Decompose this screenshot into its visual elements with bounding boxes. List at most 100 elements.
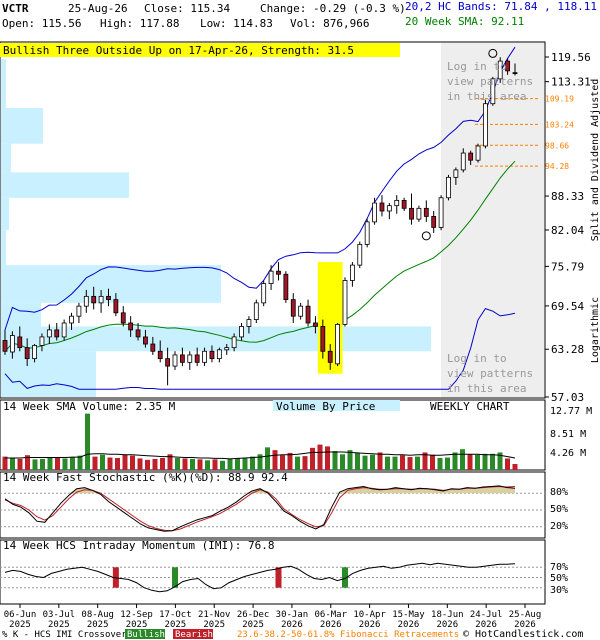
vol-tick-low: 4.26 M [550,448,586,459]
volume-bar-27 [205,460,210,470]
fib-label-1: 103.24 [545,120,574,129]
x-year-3: 2025 [126,620,148,630]
login-top-2[interactable]: view patterns [447,75,533,88]
volume-bar-41 [310,447,315,470]
volume-bar-36 [272,450,278,470]
login-bottom-3[interactable]: in this area [447,382,526,395]
x-year-5: 2025 [203,620,225,630]
candle-26 [194,354,200,363]
candle-13 [98,295,104,304]
x-year-4: 2025 [165,620,187,630]
login-top-1[interactable]: Log in to [447,60,507,73]
momentum-label: 14 Week HCS Intraday Momentum (IMI): 76.… [3,539,275,552]
imi-tick-30: 30% [550,585,568,596]
momentum-panel: 14 Week HCS Intraday Momentum (IMI): 76.… [0,539,568,605]
candle-17 [128,322,134,331]
vbp-bar-9 [1,59,6,108]
volume-bar-32 [242,458,248,470]
candle-50 [372,202,377,223]
candle-45 [335,323,341,365]
login-bottom-2[interactable]: view patterns [447,367,533,380]
x-year-6: 2025 [242,620,264,630]
volume-bar-54 [407,457,413,470]
volume-bar-39 [295,456,300,470]
volume-bar-52 [392,456,398,470]
login-bottom-1[interactable]: Log in to [447,352,507,365]
candle-18 [135,329,141,338]
candle-42 [313,322,318,327]
vbp-bar-0 [1,351,96,397]
candle-53 [394,199,400,207]
price-panel: 109.19 103.24 98.66 94.28 Bullish Three Out… [0,41,591,404]
volume-bar-49 [370,454,375,470]
volume-bar-63 [475,454,480,470]
candle-12 [91,295,97,304]
volume-bar-11 [85,413,90,470]
candle-52 [386,205,392,212]
volume-bar-7 [55,457,60,470]
candle-44 [327,350,333,363]
volume-bar-53 [400,455,405,470]
x-label-0: 06-Jun [4,610,37,620]
hc-bands-label: 20,2 HC Bands: 71.84 , 118.11 [405,0,597,13]
candle-63 [468,152,474,161]
price-tick-7: 57.03 [551,391,584,404]
bullish-legend: Bullish [127,630,165,640]
volume-bar-15 [115,457,120,470]
candle-34 [253,302,259,320]
volume-bar-19 [145,459,150,470]
volume-bar-10 [77,455,83,470]
volume-bar-67 [505,458,510,470]
candle-10 [76,305,82,317]
volume-bar-28 [212,459,218,470]
volume-bar-18 [137,458,143,470]
volume-bar-31 [235,457,240,470]
candle-49 [364,221,370,245]
candle-48 [357,244,363,266]
candle-56 [416,207,422,220]
adjusted-label: Split and Dividend Adjusted [590,79,600,242]
stochastic-label: 14 Week Fast Stochastic (%K)(%D): 88.9 9… [3,471,288,484]
symbol: VCTR [2,2,29,15]
volume-bar-47 [355,452,360,470]
candle-3 [24,347,30,360]
candle-14 [106,295,111,301]
volume-bar-24 [182,458,188,470]
candle-11 [83,295,89,307]
candle-41 [305,305,311,324]
candle-43 [320,326,326,352]
vol-tick-max: 12.77 M [550,406,592,417]
candle-64 [475,145,481,161]
candle-37 [276,270,281,275]
price-tick-5: 69.54 [551,300,584,313]
volume-bar-62 [467,454,473,470]
chart-canvas: VCTR 25-Aug-26 Close: 115.34 Change: -0.… [0,0,600,640]
candle-15 [113,299,119,314]
x-label-8: 06-Mar [315,610,348,620]
volume-bar-21 [160,457,165,470]
stoch-tick-80: 80% [550,487,568,498]
price-tick-6: 63.28 [551,343,584,356]
crossover-legend: % K - HCS IMI Crossover: [2,630,132,640]
candle-32 [239,326,244,338]
volume-bar-68 [512,463,518,470]
x-label-11: 18-Jun [431,610,464,620]
candle-31 [231,336,237,349]
vbp-bar-6 [1,172,129,198]
fib-label-0: 109.19 [545,95,574,104]
candle-38 [283,273,289,301]
candle-4 [32,345,37,360]
volume-bar-30 [227,458,233,470]
login-top-3[interactable]: in this area [447,90,526,103]
x-label-10: 15-May [392,610,425,620]
x-year-9: 2026 [359,620,381,630]
x-label-2: 08-Aug [81,610,114,620]
volume-bar-43 [325,446,330,470]
x-label-13: 25-Aug [509,610,542,620]
vbp-bar-7 [1,143,11,173]
vbp-bar-5 [1,197,9,231]
candle-36 [268,270,274,285]
pattern-banner: Bullish Three Outside Up on 17-Apr-26, S… [3,44,354,57]
candle-5 [39,336,45,346]
candle-19 [143,336,148,345]
